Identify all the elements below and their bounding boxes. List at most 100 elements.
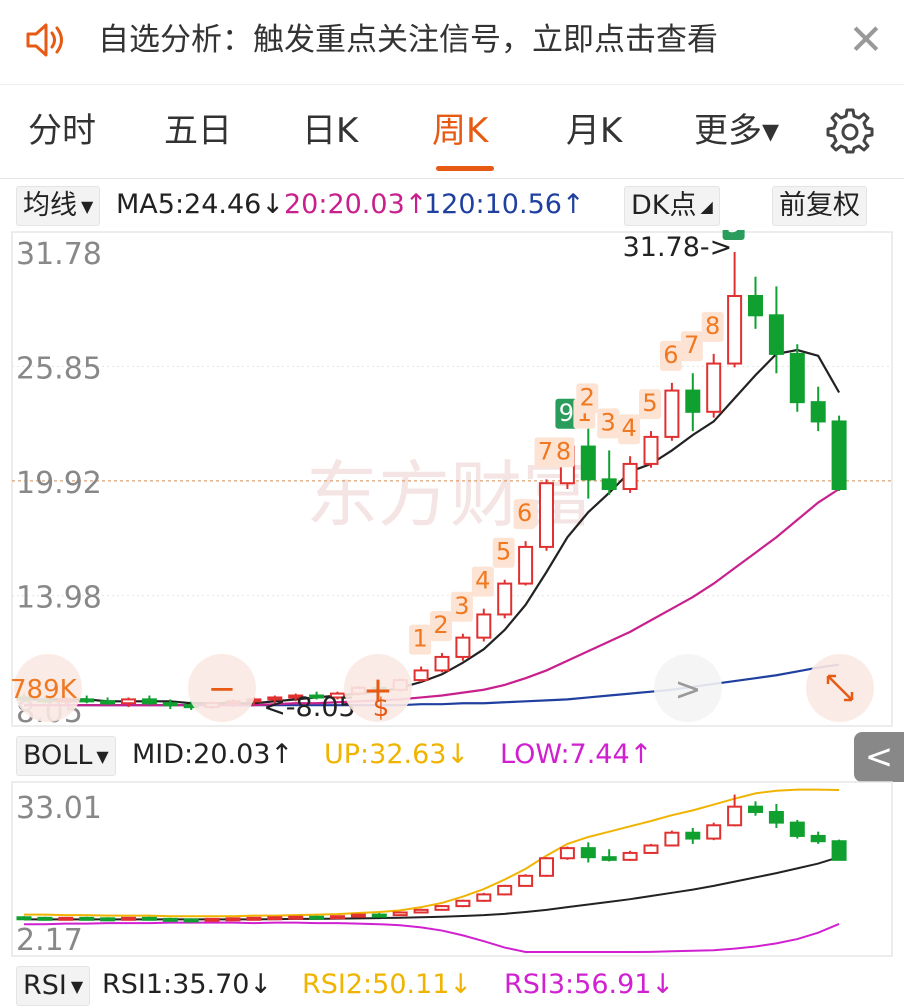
caret-down-icon: ▼ <box>81 196 94 216</box>
side-panel-toggle[interactable]: < <box>854 732 904 782</box>
adjust-button[interactable]: 前复权 <box>772 186 867 226</box>
tab-weekly-k[interactable]: 周K <box>432 108 488 154</box>
notification-banner[interactable]: 自选分析：触发重点关注信号，立即点击查看 ✕ <box>0 0 904 85</box>
boll-candle <box>183 918 199 923</box>
speaker-icon <box>26 23 63 57</box>
sequence-number: 8 <box>556 437 571 465</box>
dk-point-label: DK点 <box>631 190 697 221</box>
boll-indicator-bar: BOLL ▼ MID:20.03↑ UP:32.63↓ LOW:7.44↑ <box>0 732 904 778</box>
boll-candle <box>476 892 492 902</box>
sequence-number: 4 <box>475 567 490 595</box>
adjust-label: 前复权 <box>779 190 860 221</box>
ma-selector[interactable]: 均线 ▼ <box>16 186 101 226</box>
boll-candle <box>162 917 178 922</box>
sequence-number: 7 <box>538 437 553 465</box>
boll-candle <box>434 905 450 911</box>
y-axis-label: 25.85 <box>16 351 102 386</box>
sequence-number: 2 <box>433 611 448 639</box>
boll-candle <box>267 916 283 921</box>
candle <box>601 450 617 495</box>
candle <box>100 697 116 706</box>
boll-ylabel-bottom: 2.17 <box>16 923 83 958</box>
candle <box>455 633 471 661</box>
boll-mid-line <box>24 856 840 921</box>
y-axis-label: 19.92 <box>16 466 102 501</box>
sequence-number: 4 <box>621 414 636 442</box>
dollar-icon: $ <box>373 693 390 723</box>
candle <box>622 456 638 493</box>
dk-point-toggle[interactable]: DK点 ◢ <box>624 186 720 226</box>
tab-monthly-k[interactable]: 月K <box>566 108 622 154</box>
boll-candle <box>392 911 408 917</box>
boll-candle <box>601 849 617 862</box>
boll-candle <box>643 843 659 854</box>
ma-selector-label: 均线 <box>23 190 77 221</box>
gear-icon[interactable] <box>826 106 874 154</box>
candle <box>434 653 450 673</box>
boll-selector[interactable]: BOLL ▼ <box>16 736 116 776</box>
rsi3-value: RSI3:56.91↓ <box>504 969 675 1000</box>
boll-candle <box>100 917 116 922</box>
boll-candle <box>455 899 471 908</box>
y-axis-label: 13.98 <box>16 581 102 616</box>
boll-candles <box>16 794 847 923</box>
boll-up-value: UP:32.63↓ <box>324 739 470 770</box>
sequence-number: 3 <box>454 592 469 620</box>
boll-candle <box>288 915 304 920</box>
candle <box>706 353 722 418</box>
zoom-out-icon: − <box>208 669 237 709</box>
boll-candle <box>580 842 596 863</box>
boll-candle <box>622 850 638 861</box>
seq-bubble-label: 789K <box>10 675 78 705</box>
rsi-selector[interactable]: RSI ▼ <box>16 966 91 1006</box>
banner-message[interactable]: 自选分析：触发重点关注信号，立即点击查看 <box>98 20 718 60</box>
caret-down-icon: ▼ <box>96 746 109 766</box>
tab-more[interactable]: 更多▾ <box>694 108 779 154</box>
boll-candle <box>706 822 722 841</box>
boll-candle <box>810 831 826 844</box>
candle <box>727 252 743 368</box>
boll-candle <box>748 801 763 816</box>
boll-low-line <box>24 921 840 953</box>
chevron-right-icon: > <box>675 670 702 708</box>
boll-candle <box>518 874 534 887</box>
rsi1-value: RSI1:35.70↓ <box>102 969 273 1000</box>
candle <box>664 382 680 441</box>
boll-lines <box>24 788 840 953</box>
boll-candle <box>664 830 680 847</box>
boll-mid-value: MID:20.03↑ <box>132 739 294 770</box>
boll-candle <box>246 916 262 921</box>
tab-intraday[interactable]: 分时 <box>28 108 96 154</box>
candle <box>768 286 784 374</box>
y-axis-label: 31.78 <box>16 237 102 272</box>
sequence-number: 5 <box>496 538 511 566</box>
boll-low-value: LOW:7.44↑ <box>500 739 653 770</box>
tab-five-day[interactable]: 五日 <box>164 108 232 154</box>
boll-candle <box>371 913 387 918</box>
boll-ylabel-top: 33.01 <box>16 791 102 826</box>
candle <box>810 386 826 432</box>
candle <box>539 479 554 551</box>
boll-chart[interactable]: 33.01 2.17 <box>0 780 904 960</box>
close-icon[interactable]: ✕ <box>844 18 888 62</box>
candle <box>497 579 513 619</box>
boll-candle <box>559 846 575 860</box>
boll-candle <box>58 916 74 921</box>
candle <box>518 541 534 586</box>
boll-candle <box>16 916 32 921</box>
rsi-selector-label: RSI <box>23 970 67 1001</box>
sequence-number: 1 <box>412 625 427 653</box>
ma120-value: 120:10.56↑ <box>424 189 585 220</box>
candlestick-chart[interactable]: 东方财富 31.7825.8519.9213.988.05 1234567891… <box>0 230 904 730</box>
low-annotation: <-8.05 <box>263 692 355 723</box>
boll-candle <box>768 804 784 828</box>
boll-candle <box>789 819 805 839</box>
tab-daily-k[interactable]: 日K <box>302 108 358 154</box>
boll-candle <box>350 913 366 918</box>
period-tabs: 分时 五日 日K 周K 月K 更多▾ <box>0 86 904 179</box>
candle <box>831 415 847 491</box>
ma5-value: MA5:24.46↓ <box>116 189 284 220</box>
boll-candle <box>79 916 95 921</box>
boll-selector-label: BOLL <box>23 740 93 771</box>
boll-candle <box>831 839 847 861</box>
